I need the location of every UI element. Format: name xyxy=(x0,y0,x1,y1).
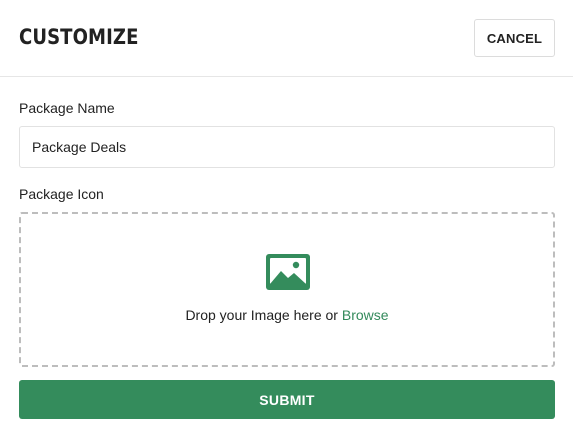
package-icon-label: Package Icon xyxy=(19,186,104,202)
browse-link[interactable]: Browse xyxy=(342,307,389,323)
package-name-input[interactable] xyxy=(19,126,555,168)
dropzone-instruction: Drop your Image here or xyxy=(185,307,338,323)
cancel-button[interactable]: CANCEL xyxy=(474,19,555,57)
image-icon xyxy=(266,254,310,290)
dropzone-text: Drop your Image here or Browse xyxy=(21,307,553,323)
panel-header: CUSTOMIZE CANCEL xyxy=(0,0,573,77)
image-dropzone[interactable]: Drop your Image here or Browse xyxy=(19,212,555,367)
panel-title: CUSTOMIZE xyxy=(19,25,139,49)
package-name-label: Package Name xyxy=(19,100,115,116)
submit-button[interactable]: SUBMIT xyxy=(19,380,555,419)
customize-panel: CUSTOMIZE CANCEL Package Name Package Ic… xyxy=(0,0,573,440)
